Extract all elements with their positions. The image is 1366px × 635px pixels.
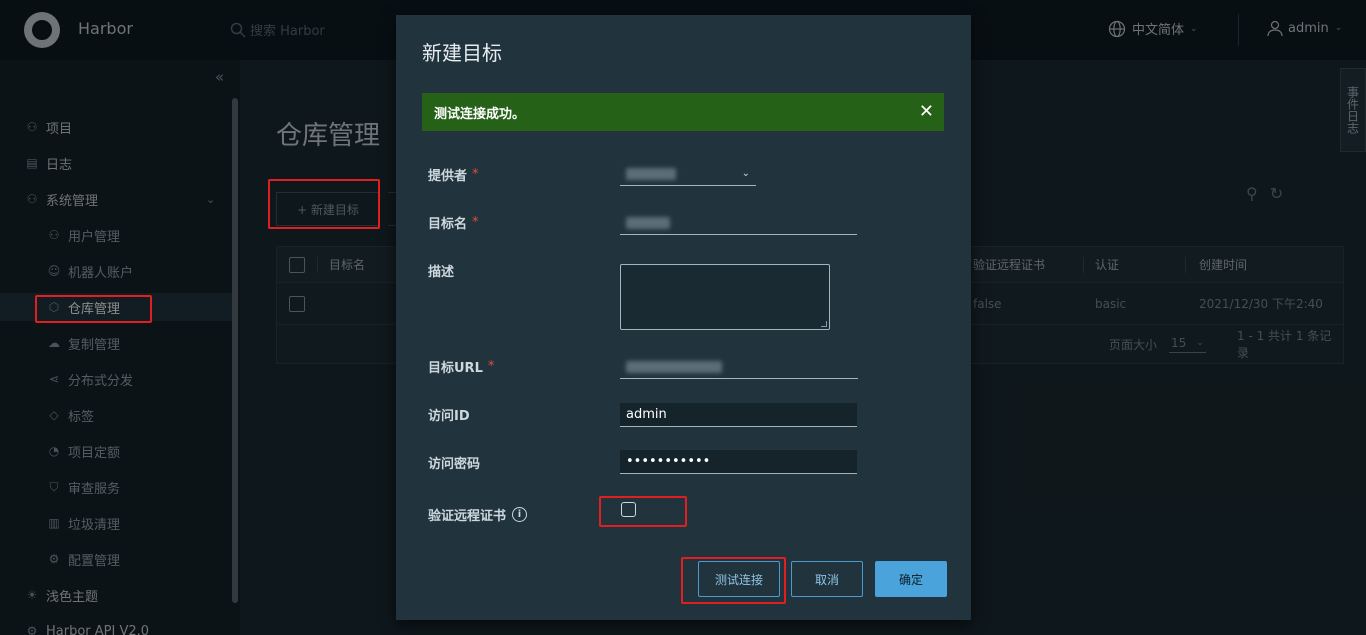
dialog-title: 新建目标 xyxy=(422,41,502,65)
info-icon[interactable]: i xyxy=(512,507,528,522)
annotation-box-new-target xyxy=(268,179,380,229)
target-name-input[interactable] xyxy=(620,211,857,235)
target-url-label: 目标URL * xyxy=(428,359,495,376)
description-textarea[interactable] xyxy=(620,264,830,330)
provider-select[interactable]: ⌄ xyxy=(620,162,756,186)
password-label: 访问密码 xyxy=(428,457,481,472)
annotation-box-verify-cert xyxy=(599,496,687,527)
access-id-input[interactable]: admin xyxy=(620,403,857,427)
provider-label: 提供者 * xyxy=(428,167,479,184)
access-id-label: 访问ID xyxy=(428,409,470,424)
success-alert: 测试连接成功。 ✕ xyxy=(422,93,944,131)
target-url-input[interactable] xyxy=(620,355,858,379)
password-input[interactable]: ••••••••••• xyxy=(620,450,857,474)
ok-button[interactable]: 确定 xyxy=(875,561,947,597)
alert-text: 测试连接成功。 xyxy=(434,106,526,122)
target-name-label: 目标名 * xyxy=(428,215,479,232)
new-target-dialog: 新建目标 测试连接成功。 ✕ 提供者 * ⌄ 目标名 * 描述 目标URL * 访问I… xyxy=(396,15,971,620)
annotation-box-test-connection xyxy=(681,557,786,604)
resize-grip[interactable] xyxy=(821,321,827,327)
verify-cert-label: 验证远程证书 i xyxy=(428,505,528,524)
chevron-down-icon: ⌄ xyxy=(741,168,750,179)
description-label: 描述 xyxy=(428,265,455,280)
close-icon[interactable]: ✕ xyxy=(919,101,934,122)
annotation-box-registry-nav xyxy=(35,295,152,323)
cancel-button[interactable]: 取消 xyxy=(791,561,863,597)
